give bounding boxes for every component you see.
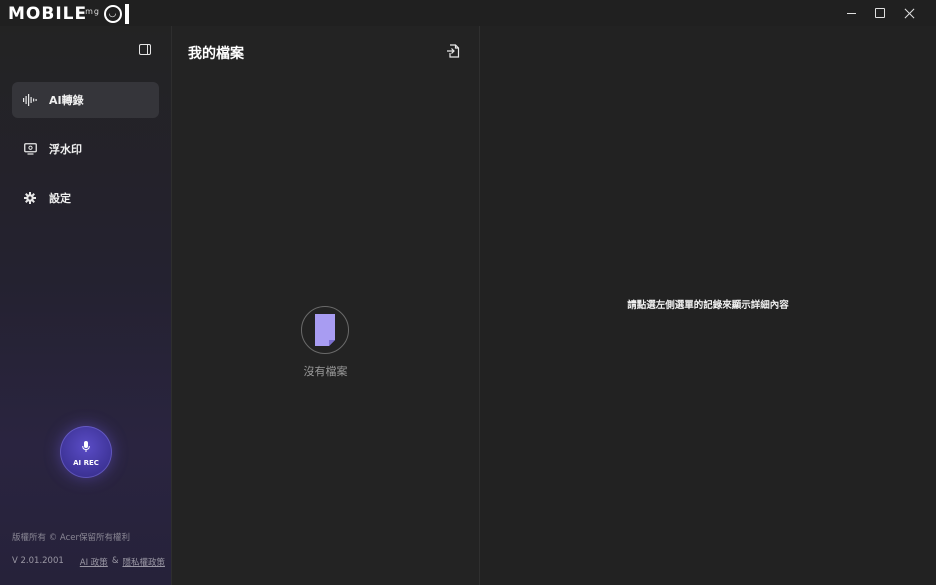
maximize-button[interactable]: [867, 0, 893, 26]
monitor-icon: [23, 142, 37, 156]
minimize-button[interactable]: [838, 0, 864, 26]
detail-panel: 請點選左側選單的記錄來顯示詳細內容: [480, 26, 936, 585]
detail-hint-text: 請點選左側選單的記錄來顯示詳細內容: [627, 300, 789, 311]
collapse-sidebar-button[interactable]: [139, 44, 153, 56]
privacy-policy-link[interactable]: 隱私權政策: [122, 556, 165, 568]
logo-face-icon: ◡: [103, 5, 122, 23]
logo-text: MOBILE: [8, 4, 88, 24]
ai-rec-label: AI REC: [73, 459, 99, 467]
close-button[interactable]: [896, 0, 922, 26]
microphone-icon: [82, 437, 90, 456]
import-icon: [446, 43, 460, 62]
sidebar-item-label: AI轉錄: [49, 94, 84, 107]
files-panel: 我的檔案 沒有檔案: [172, 26, 480, 585]
app-window: MOBILE mg ◡ AI轉錄 浮水印 設定 AI REC 版權所有 © Ac…: [0, 0, 936, 585]
ai-policy-link[interactable]: AI 政策: [80, 556, 108, 568]
copyright-text: 版權所有 © Acer保留所有權利: [12, 533, 130, 543]
sidebar-item-settings[interactable]: 設定: [12, 180, 159, 216]
logo-small-text: mg: [85, 6, 100, 16]
empty-file-icon: [301, 306, 349, 354]
minimize-icon: [846, 12, 856, 14]
sidebar-toggle-icon: [139, 44, 151, 55]
sidebar-item-watermark[interactable]: 浮水印: [12, 131, 159, 167]
close-icon: [904, 8, 915, 19]
footer: V 2.01.2001 AI 政策 & 隱私權政策: [12, 556, 165, 568]
logo-one-mark: [124, 4, 129, 24]
version-text: V 2.01.2001: [12, 556, 64, 566]
gear-icon: [23, 191, 37, 205]
waveform-icon: [23, 93, 37, 107]
mobile01-logo: MOBILE mg ◡: [8, 4, 129, 24]
ai-rec-button[interactable]: AI REC: [60, 426, 112, 478]
page-title: 我的檔案: [188, 46, 244, 62]
import-file-button[interactable]: [446, 43, 460, 58]
sidebar: AI轉錄 浮水印 設定 AI REC 版權所有 © Acer保留所有權利 V 2…: [0, 26, 172, 585]
empty-state-text: 沒有檔案: [303, 365, 348, 378]
sidebar-item-ai-transcribe[interactable]: AI轉錄: [12, 82, 159, 118]
footer-separator: &: [111, 556, 119, 566]
sidebar-item-label: 浮水印: [49, 143, 82, 156]
maximize-icon: [875, 8, 885, 18]
sidebar-item-label: 設定: [49, 192, 71, 205]
title-bar: MOBILE mg ◡: [0, 0, 936, 26]
